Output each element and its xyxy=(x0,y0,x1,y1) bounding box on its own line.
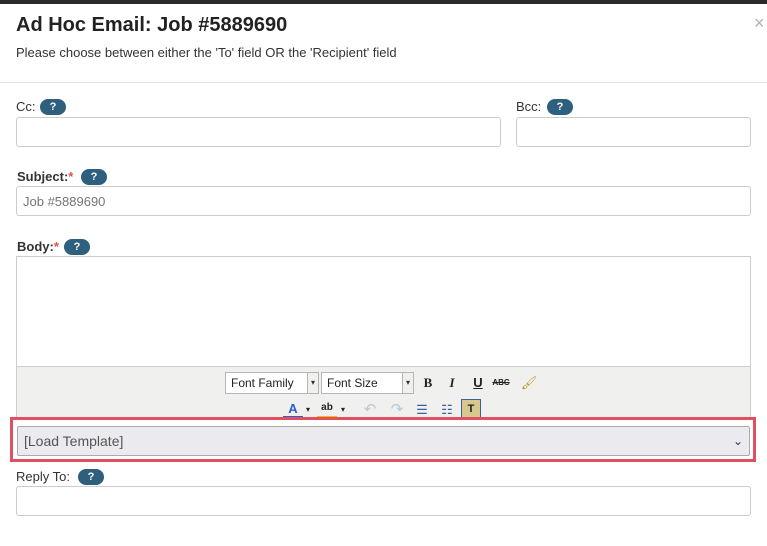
chevron-down-icon: ⌄ xyxy=(732,434,743,448)
clear-format-icon[interactable]: 🖌 xyxy=(519,373,539,393)
required-marker: * xyxy=(68,169,74,184)
close-icon[interactable]: × xyxy=(754,14,765,32)
subject-input[interactable] xyxy=(16,186,751,216)
font-family-dropdown-icon: ▾ xyxy=(307,373,318,393)
dialog-subtitle: Please choose between either the 'To' fi… xyxy=(16,45,397,60)
body-help-icon[interactable]: ? xyxy=(64,239,90,255)
underline-icon[interactable]: U xyxy=(468,373,488,393)
subject-label-text: Subject: xyxy=(17,169,69,184)
reply-to-input[interactable] xyxy=(16,486,751,516)
font-family-label: Font Family xyxy=(231,376,294,390)
font-size-label: Font Size xyxy=(327,376,378,390)
font-family-select[interactable]: Font Family ▾ xyxy=(225,372,319,394)
reply-to-label: Reply To: xyxy=(16,469,70,484)
body-label: Body:* xyxy=(17,239,59,254)
font-size-select[interactable]: Font Size ▾ xyxy=(321,372,414,394)
template-highlight-box: [Load Template] ⌄ xyxy=(10,417,756,462)
paste-text-icon[interactable]: T xyxy=(461,399,481,419)
bcc-input[interactable] xyxy=(516,117,751,147)
window-top-border xyxy=(0,0,767,4)
cc-help-icon[interactable]: ? xyxy=(40,99,66,115)
bcc-help-icon[interactable]: ? xyxy=(547,99,573,115)
font-size-dropdown-icon: ▾ xyxy=(402,373,413,393)
body-label-text: Body: xyxy=(17,239,54,254)
bold-icon[interactable]: B xyxy=(418,373,438,393)
reply-to-help-icon[interactable]: ? xyxy=(78,469,104,485)
subject-help-icon[interactable]: ? xyxy=(81,169,107,185)
strikethrough-icon[interactable]: ABC xyxy=(491,373,511,393)
bcc-label: Bcc: xyxy=(516,99,542,114)
load-template-select[interactable]: [Load Template] ⌄ xyxy=(17,426,750,456)
load-template-value: [Load Template] xyxy=(24,433,124,449)
italic-icon[interactable]: I xyxy=(442,373,462,393)
cc-input[interactable] xyxy=(16,117,501,147)
required-marker: * xyxy=(53,239,59,254)
dialog-title: Ad Hoc Email: Job #5889690 xyxy=(16,14,288,36)
header-divider xyxy=(0,82,767,83)
cc-label: Cc: xyxy=(16,99,36,114)
subject-label: Subject:* xyxy=(17,169,73,184)
